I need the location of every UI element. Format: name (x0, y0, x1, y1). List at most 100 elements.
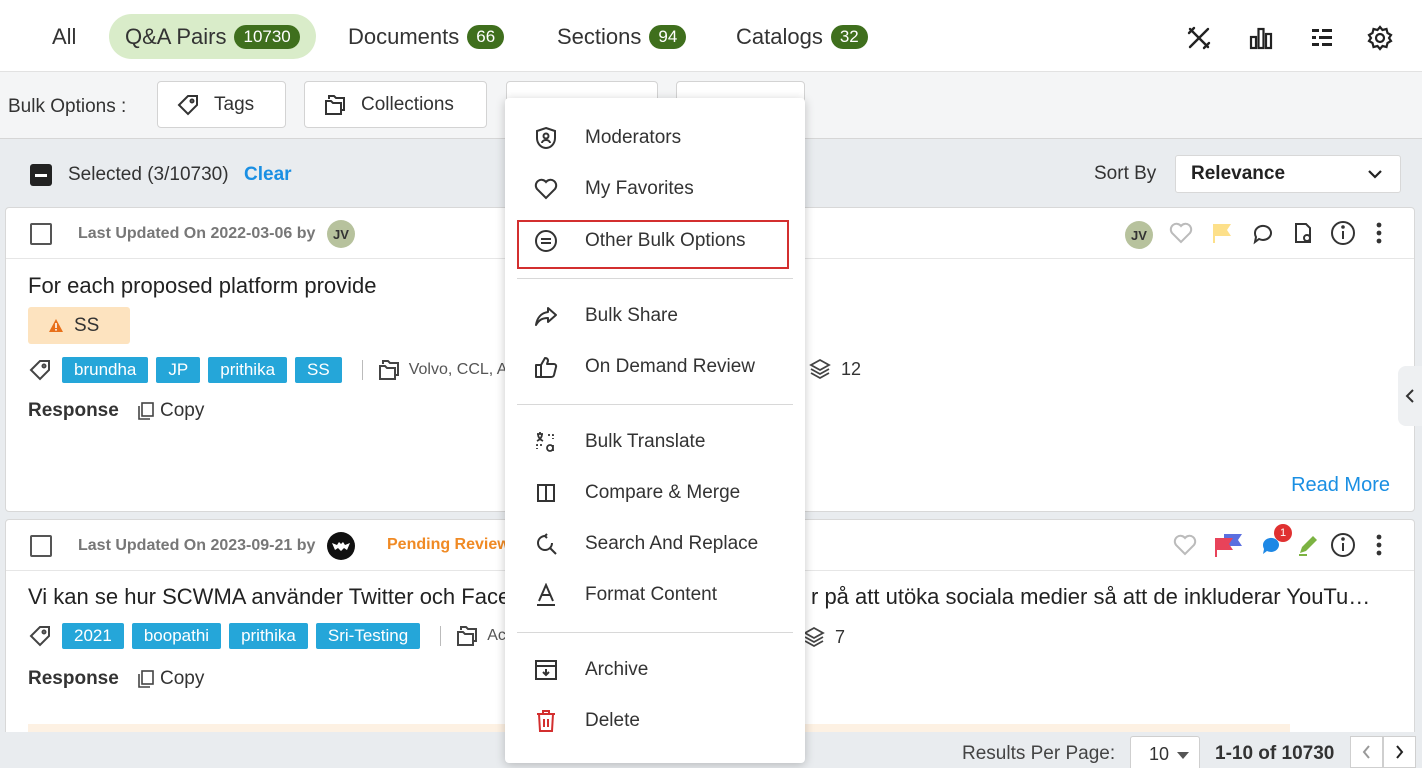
menu-item-delete[interactable]: Delete (505, 701, 805, 741)
menu-item-search-and-replace[interactable]: Search And Replace (505, 524, 805, 564)
layers-count: 12 (809, 358, 861, 380)
menu-divider (517, 278, 793, 279)
equals-circle-icon (533, 228, 559, 254)
menu-divider (517, 404, 793, 405)
sort-by-label: Sort By (1094, 163, 1157, 184)
collections-list: Ac (487, 627, 506, 644)
clear-selection-link[interactable]: Clear (244, 164, 292, 186)
select-all-checkbox[interactable] (30, 164, 52, 186)
tab-qa-pairs[interactable]: Q&A Pairs 10730 (109, 14, 316, 59)
folder-icon (457, 626, 478, 646)
edit-icon[interactable] (1295, 532, 1321, 558)
menu-item-other-bulk-options[interactable]: Other Bulk Options (505, 221, 805, 261)
favorite-icon[interactable] (1172, 532, 1198, 558)
chevron-left-icon (1362, 745, 1370, 759)
menu-item-label: On Demand Review (585, 356, 756, 377)
tab-catalogs-label: Catalogs (736, 23, 823, 49)
card-title-continued[interactable]: r på att utöka sociala medier så att de … (811, 584, 1370, 610)
chevron-down-icon (1368, 170, 1382, 179)
tags-button-label: Tags (214, 93, 255, 115)
next-page-button[interactable] (1383, 736, 1416, 768)
menu-item-moderators[interactable]: Moderators (505, 118, 805, 158)
translate-icon (533, 429, 559, 455)
menu-item-bulk-translate[interactable]: Bulk Translate (505, 422, 805, 462)
list-view-icon[interactable] (1308, 24, 1336, 52)
settings-icon[interactable] (1366, 24, 1394, 52)
copy-button[interactable]: Copy (138, 400, 204, 422)
results-per-page-select[interactable]: 10 (1130, 736, 1200, 768)
tag-chip[interactable]: boopathi (131, 623, 222, 649)
tag-chip[interactable]: SS (295, 357, 342, 383)
info-icon[interactable] (1330, 220, 1356, 246)
menu-item-archive[interactable]: Archive (505, 650, 805, 690)
menu-item-label: Moderators (585, 127, 682, 148)
tab-all[interactable]: All (52, 14, 76, 59)
more-options-icon[interactable] (1366, 220, 1392, 246)
prev-page-button[interactable] (1350, 736, 1383, 768)
info-icon[interactable] (1330, 532, 1356, 558)
menu-item-compare-merge[interactable]: Compare & Merge (505, 473, 805, 513)
copy-label: Copy (160, 400, 205, 421)
tab-documents[interactable]: Documents 66 (348, 14, 505, 59)
collections-button[interactable]: Collections (304, 81, 487, 128)
last-updated: Last Updated On 2022-03-06 by (78, 225, 316, 242)
document-review-icon[interactable] (1290, 220, 1316, 246)
tag-chip[interactable]: JP (156, 357, 201, 383)
favorite-icon[interactable] (1168, 220, 1194, 246)
comment-icon[interactable]: 1 (1258, 524, 1292, 558)
tools-icon[interactable] (1185, 24, 1213, 52)
bar-chart-icon[interactable] (1247, 24, 1275, 52)
results-per-page-value: 10 (1149, 743, 1170, 764)
folder-icon (378, 360, 399, 380)
menu-item-label: Format Content (585, 584, 717, 605)
card-checkbox[interactable] (30, 223, 52, 245)
chevron-right-icon (1396, 745, 1404, 759)
chevron-left-icon (1405, 389, 1414, 403)
collections-button-label: Collections (361, 93, 454, 115)
comment-icon[interactable] (1250, 220, 1276, 246)
tag-chip[interactable]: 2021 (62, 623, 124, 649)
card-title[interactable]: Vi kan se hur SCWMA använder Twitter och… (28, 584, 510, 610)
layers-icon (809, 358, 831, 380)
menu-item-label: Compare & Merge (585, 482, 741, 503)
flags-icon[interactable] (1212, 532, 1244, 558)
side-panel-toggle[interactable] (1398, 366, 1422, 426)
sort-by-value: Relevance (1191, 163, 1286, 184)
tab-catalogs-count: 32 (830, 24, 868, 49)
caret-down-icon (1177, 752, 1189, 759)
menu-item-label: Archive (585, 659, 649, 680)
layers-count: 7 (803, 626, 845, 648)
response-link[interactable]: Response (28, 668, 119, 690)
tab-sections[interactable]: Sections 94 (557, 14, 687, 59)
layers-count-value: 12 (841, 358, 862, 379)
results-per-page-label: Results Per Page: (962, 743, 1116, 764)
menu-item-label: Bulk Translate (585, 431, 706, 452)
menu-item-format-content[interactable]: Format Content (505, 575, 805, 615)
card-title[interactable]: For each proposed platform provide (28, 273, 377, 299)
top-tab-bar: All Q&A Pairs 10730 Documents 66 Section… (0, 0, 1422, 72)
tag-chip[interactable]: Sri-Testing (315, 623, 421, 649)
tags-button[interactable]: Tags (157, 81, 286, 128)
sort-by-select[interactable]: Relevance (1175, 155, 1401, 193)
menu-item-label: Other Bulk Options (585, 230, 746, 251)
more-options-icon[interactable] (1366, 532, 1392, 558)
menu-item-my-favorites[interactable]: My Favorites (505, 169, 805, 209)
tag-chip[interactable]: prithika (229, 623, 308, 649)
tag-chip[interactable]: brundha (62, 357, 149, 383)
avatar (327, 532, 355, 560)
read-more-link[interactable]: Read More (1291, 474, 1390, 497)
copy-button[interactable]: Copy (138, 668, 204, 690)
warning-tag-label: SS (74, 314, 100, 336)
tag-chip[interactable]: prithika (208, 357, 288, 383)
folder-icon (325, 94, 345, 115)
response-link[interactable]: Response (28, 400, 119, 422)
menu-item-on-demand-review[interactable]: On Demand Review (505, 347, 805, 387)
owner-avatar[interactable]: JV (1125, 221, 1153, 249)
menu-item-label: Bulk Share (585, 305, 678, 326)
share-arrow-icon (533, 303, 559, 329)
tab-catalogs[interactable]: Catalogs 32 (736, 14, 868, 59)
card-checkbox[interactable] (30, 535, 52, 557)
tab-documents-label: Documents (348, 23, 460, 49)
flag-icon[interactable] (1209, 220, 1235, 246)
menu-item-bulk-share[interactable]: Bulk Share (505, 296, 805, 336)
